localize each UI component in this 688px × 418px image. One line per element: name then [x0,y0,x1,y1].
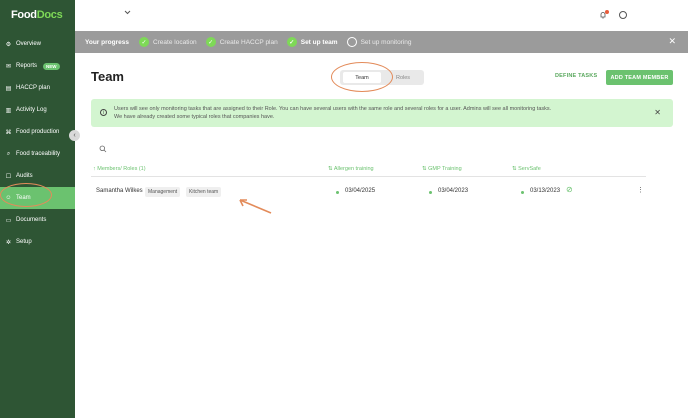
role-tag: Kitchen team [186,186,222,197]
info-text: Users will see only monitoring tasks tha… [114,105,551,121]
allergen-date: 03/04/2025 [345,188,376,194]
column-gmp-training[interactable]: ⇅ GMP Training [422,166,462,172]
empty-circle-icon [346,37,357,47]
progress-bar: Your progress ✓ Create location ✓ Create H… [75,31,688,53]
sidebar-item-documents[interactable]: ▭ Documents [0,209,75,231]
column-allergen-training[interactable]: ⇅ Allergen training [328,166,374,172]
divider [91,176,646,177]
activity-icon: ▥ [5,107,12,114]
close-progress-button[interactable]: ✕ [668,36,676,47]
info-banner: i Users will see only monitoring tasks t… [91,99,673,127]
step-set-up-monitoring[interactable]: Set up monitoring [346,37,412,47]
sidebar-item-food-traceability[interactable]: ⌕ Food traceability [0,143,75,165]
logo[interactable]: FoodDocs [11,9,63,21]
sidebar-item-label: HACCP plan [16,85,50,91]
status-dot [521,190,524,194]
step-set-up-team[interactable]: ✓ Set up team [286,37,338,47]
annotation-arrow [239,199,272,214]
member-name[interactable]: Samantha Wilkes [96,188,143,194]
sidebar-item-label: Reports [16,63,38,69]
column-label: Members/ Roles (1) [97,166,146,172]
haccp-icon: ▤ [5,85,12,92]
notification-dot [605,10,609,14]
sort-icon: ↑ [93,166,96,172]
column-label: ServSafe [518,166,541,172]
paperclip-icon[interactable]: ⊘ [566,185,573,194]
close-info-button[interactable]: ✕ [654,108,661,117]
search-icon[interactable] [99,145,107,153]
check-icon: ✓ [205,37,216,47]
step-create-haccp-plan[interactable]: ✓ Create HACCP plan [205,37,278,47]
sidebar-item-haccp[interactable]: ▤ HACCP plan [0,77,75,99]
sidebar-item-label: Food production [16,129,60,135]
new-badge: NEW [43,62,60,70]
food-production-icon: ⌘ [5,129,12,136]
documents-icon: ▭ [5,217,12,224]
top-bar [75,0,688,31]
gear-icon: ✲ [5,239,12,246]
chevron-down-icon[interactable] [124,10,131,15]
status-dot [429,190,432,194]
sort-icon: ⇅ [422,166,427,172]
sidebar-item-label: Overview [16,41,42,47]
sidebar-item-food-production[interactable]: ⌘ Food production [0,121,75,143]
traceability-icon: ⌕ [6,150,11,157]
check-icon: ✓ [286,37,297,47]
gmp-date: 03/04/2023 [438,188,469,194]
sort-icon: ⇅ [512,166,517,172]
role-tag: Management [145,186,181,197]
add-team-member-button[interactable]: ADD TEAM MEMBER [606,70,673,85]
step-label: Set up team [300,38,338,46]
sidebar-item-reports[interactable]: ✉ Reports NEW [0,55,75,77]
table-row[interactable]: Samantha Wilkes Management Kitchen team … [91,185,646,199]
sidebar-item-overview[interactable]: ⚙ Overview [0,33,75,55]
overview-icon: ⚙ [5,41,12,48]
sidebar-nav: ⚙ Overview ✉ Reports NEW ▤ HACCP plan ▥ Activ… [0,33,75,253]
info-icon: i [100,109,107,116]
logo-text-food: Food [11,9,37,21]
sidebar-item-label: Documents [16,217,47,223]
sort-icon: ⇅ [328,166,333,172]
user-icon[interactable] [619,11,627,19]
info-text-line2: We have already created some typical rol… [114,114,275,120]
info-text-line1: Users will see only monitoring tasks tha… [114,106,552,112]
reports-icon: ✉ [5,63,12,70]
sidebar-item-label: Activity Log [16,107,47,113]
sidebar-item-label: Setup [16,239,32,245]
sidebar-item-label: Audits [16,173,33,179]
sidebar-item-activity-log[interactable]: ▥ Activity Log [0,99,75,121]
step-label: Create HACCP plan [219,38,278,46]
column-label: GMP Training [428,166,462,172]
annotation-circle-team [0,183,52,207]
step-create-location[interactable]: ✓ Create location [138,37,197,47]
step-label: Set up monitoring [360,38,412,46]
step-label: Create location [152,38,197,46]
logo-text-docs: Docs [36,9,63,21]
page-title: Team [91,69,124,84]
progress-label: Your progress [85,38,129,46]
sidebar-item-label: Food traceability [16,151,61,157]
servsafe-date: 03/13/2023 [530,188,561,194]
define-tasks-link[interactable]: DEFINE TASKS [555,73,597,79]
app: FoodDocs ⚙ Overview ✉ Reports NEW ▤ HACCP pl… [0,0,688,418]
annotation-circle-toggle [331,62,393,92]
check-icon: ✓ [138,37,149,47]
table-header: ↑ Members/ Roles (1) ⇅ Allergen training… [91,164,646,176]
sidebar: FoodDocs ⚙ Overview ✉ Reports NEW ▤ HACCP pl… [0,0,75,418]
audits-icon: ☐ [5,173,12,180]
sidebar-item-setup[interactable]: ✲ Setup [0,231,75,253]
column-label: Allergen training [333,166,374,172]
column-servsafe[interactable]: ⇅ ServSafe [512,166,541,172]
collapse-sidebar-button[interactable]: ‹ [69,130,80,141]
chevron-left-icon: ‹ [73,132,76,139]
column-members[interactable]: ↑ Members/ Roles (1) [93,166,146,172]
more-options-icon[interactable]: ⋮ [637,186,644,194]
status-dot [336,190,339,194]
